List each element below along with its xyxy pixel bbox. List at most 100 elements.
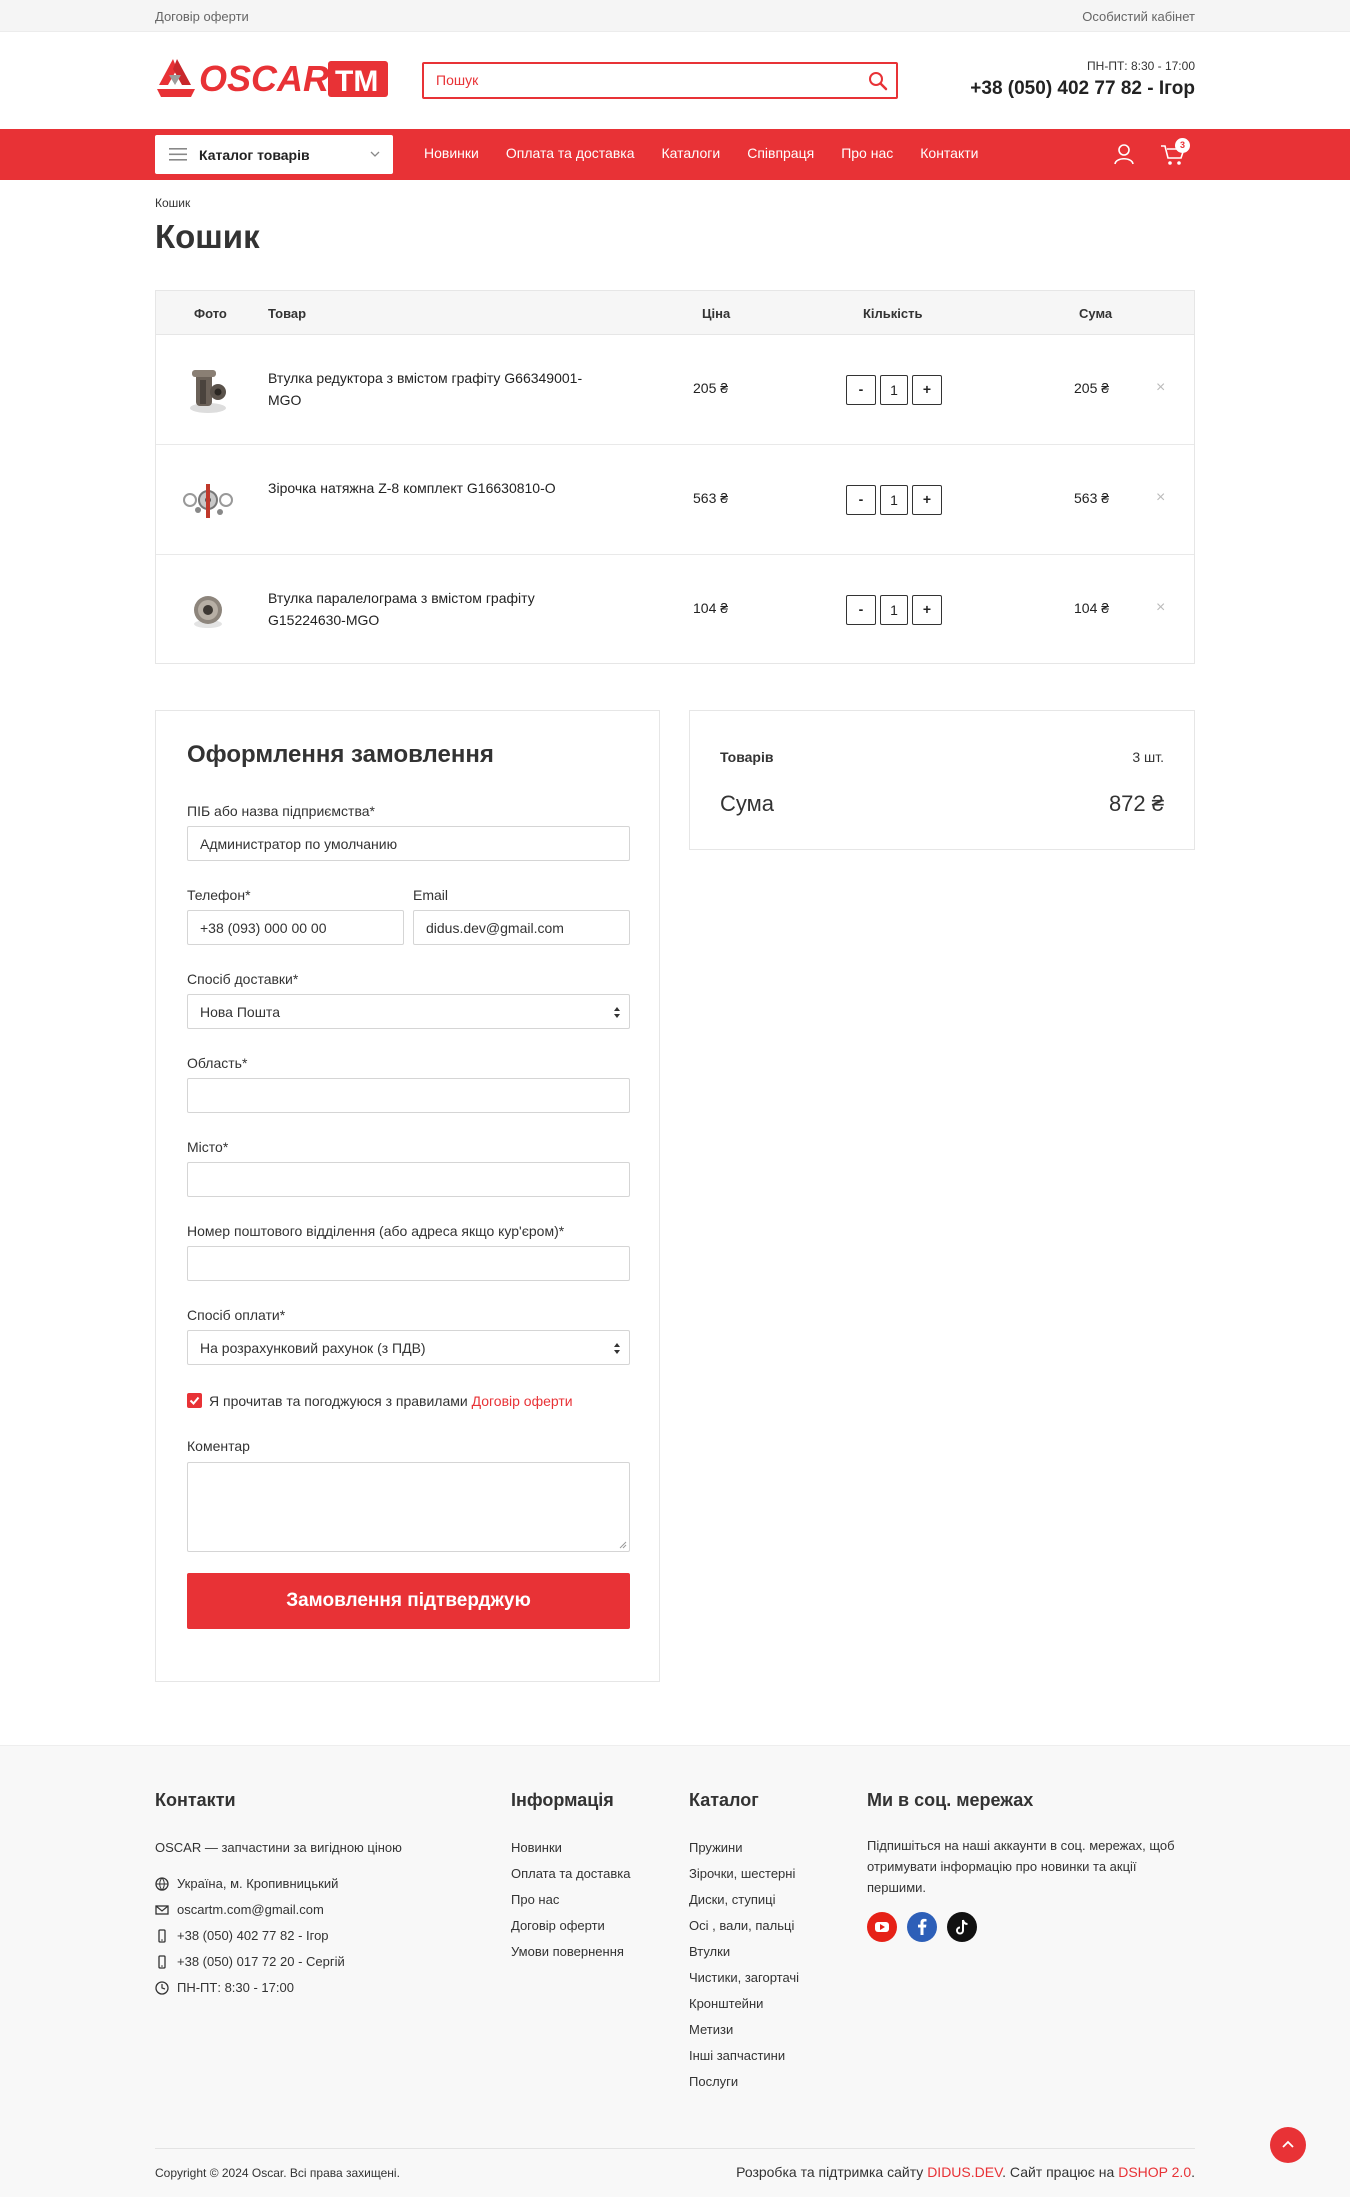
footer-catalog-link[interactable]: Осі , вали, пальці: [689, 1913, 849, 1939]
footer-link-about[interactable]: Про нас: [511, 1887, 671, 1913]
phone-item[interactable]: +38 (050) 402 77 82 - Ігор: [155, 1923, 495, 1949]
catalog-menu-button[interactable]: Каталог товарів: [155, 135, 393, 174]
remove-item-icon[interactable]: ×: [1156, 489, 1165, 507]
product-image[interactable]: [178, 470, 238, 530]
header-phone[interactable]: +38 (050) 402 77 82 - Ігор: [970, 78, 1195, 100]
cart-table-header: Фото Товар Ціна Кількість Сума: [156, 291, 1194, 335]
phone-item[interactable]: +38 (050) 017 72 20 - Сергій: [155, 1949, 495, 1975]
quantity-input[interactable]: 1: [880, 375, 908, 405]
quantity-decrease-button[interactable]: -: [846, 595, 876, 625]
footer-catalog-link[interactable]: Зірочки, шестерні: [689, 1861, 849, 1887]
footer-social-title: Ми в соц. мережах: [867, 1790, 1034, 1810]
payment-selected-value: На розрахунковий рахунок (з ПДВ): [200, 1340, 426, 1356]
menu-icon: [169, 148, 187, 161]
page-title: Кошик: [155, 218, 260, 255]
user-icon[interactable]: [1113, 143, 1135, 165]
product-image[interactable]: [178, 580, 238, 640]
product-name[interactable]: Втулка редуктора з вмістом графіту G6634…: [268, 367, 588, 411]
company-field[interactable]: Администратор по умолчанию: [187, 826, 630, 861]
work-hours: ПН-ПТ: 8:30 - 17:00: [1087, 59, 1195, 73]
footer-catalog-link[interactable]: Пружини: [689, 1835, 849, 1861]
youtube-icon[interactable]: [867, 1912, 897, 1942]
product-price: 104 ₴: [693, 600, 729, 616]
quantity-increase-button[interactable]: +: [912, 485, 942, 515]
footer-info: Інформація Новинки Оплата та доставка Пр…: [511, 1790, 671, 1965]
dev-suffix: .: [1191, 2164, 1195, 2180]
footer-catalog-link[interactable]: Інші запчастини: [689, 2043, 849, 2069]
quantity-decrease-button[interactable]: -: [846, 375, 876, 405]
quantity-increase-button[interactable]: +: [912, 595, 942, 625]
footer-divider: [155, 2148, 1195, 2149]
tiktok-icon[interactable]: [947, 1912, 977, 1942]
footer-link-returns[interactable]: Умови повернення: [511, 1939, 671, 1965]
nav-link-contacts[interactable]: Контакти: [920, 145, 978, 161]
quantity-input[interactable]: 1: [880, 485, 908, 515]
footer-catalog-link[interactable]: Диски, ступиці: [689, 1887, 849, 1913]
chevron-up-icon: [1282, 2140, 1294, 2148]
phone1-text: +38 (050) 402 77 82 - Ігор: [177, 1928, 329, 1943]
footer-link-new[interactable]: Новинки: [511, 1835, 671, 1861]
payment-label: Спосіб оплати*: [187, 1307, 286, 1323]
product-name[interactable]: Зірочка натяжна Z-8 комплект G16630810-O: [268, 477, 588, 499]
platform-link[interactable]: DSHOP 2.0: [1118, 2164, 1191, 2180]
search-input[interactable]: [436, 72, 856, 88]
facebook-icon[interactable]: [907, 1912, 937, 1942]
nav-link-payment-delivery[interactable]: Оплата та доставка: [506, 145, 635, 161]
quantity-input[interactable]: 1: [880, 595, 908, 625]
email-field[interactable]: didus.dev@gmail.com: [413, 910, 630, 945]
nav-link-cooperation[interactable]: Співпраця: [747, 145, 814, 161]
delivery-label: Спосіб доставки*: [187, 971, 299, 987]
main-nav: Каталог товарів Новинки Оплата та достав…: [0, 129, 1350, 180]
offer-link[interactable]: Договір оферти: [155, 9, 249, 24]
offer-agreement-link[interactable]: Договір оферти: [472, 1393, 573, 1409]
city-field[interactable]: [187, 1162, 630, 1197]
email-item[interactable]: oscartm.com@gmail.com: [155, 1897, 495, 1923]
comment-label: Коментар: [187, 1438, 250, 1454]
resize-handle-icon[interactable]: [619, 1541, 627, 1549]
region-label: Область*: [187, 1055, 248, 1071]
nav-link-new[interactable]: Новинки: [424, 145, 479, 161]
header-sum: Сума: [1079, 306, 1113, 321]
nav-link-catalogs[interactable]: Каталоги: [661, 145, 720, 161]
mobile-phone-icon: [158, 1929, 166, 1943]
footer-catalog-link[interactable]: Кронштейни: [689, 1991, 849, 2017]
quantity-decrease-button[interactable]: -: [846, 485, 876, 515]
remove-item-icon[interactable]: ×: [1156, 599, 1165, 617]
footer-link-payment-delivery[interactable]: Оплата та доставка: [511, 1861, 671, 1887]
remove-item-icon[interactable]: ×: [1156, 379, 1165, 397]
items-count-label: Товарів: [720, 749, 774, 765]
phone-field[interactable]: +38 (093) 000 00 00: [187, 910, 404, 945]
total-label: Сума: [720, 791, 775, 816]
nav-link-about[interactable]: Про нас: [841, 145, 893, 161]
payment-select[interactable]: На розрахунковий рахунок (з ПДВ): [187, 1330, 630, 1365]
agree-checkbox[interactable]: [187, 1393, 202, 1408]
search-icon[interactable]: [868, 71, 888, 91]
checkmark-icon: [189, 1396, 200, 1405]
product-image[interactable]: [178, 360, 238, 420]
branch-field[interactable]: [187, 1246, 630, 1281]
product-name[interactable]: Втулка паралелограма з вмістом графіту G…: [268, 587, 588, 631]
confirm-order-button[interactable]: Замовлення підтверджую: [187, 1573, 630, 1629]
site-logo[interactable]: OSCAR TM: [155, 55, 390, 105]
social-text: Підпишіться на наші аккаунти в соц. мере…: [867, 1838, 1175, 1895]
phone2-text: +38 (050) 017 72 20 - Сергій: [177, 1954, 345, 1969]
footer-link-offer[interactable]: Договір оферти: [511, 1913, 671, 1939]
breadcrumb[interactable]: Кошик: [155, 196, 190, 210]
agree-label: Я прочитав та погоджуюся з правилами: [209, 1393, 468, 1409]
region-field[interactable]: [187, 1078, 630, 1113]
footer-catalog-link[interactable]: Послуги: [689, 2069, 849, 2095]
scroll-to-top-button[interactable]: [1270, 2127, 1306, 2163]
footer-catalog-link[interactable]: Метизи: [689, 2017, 849, 2043]
delivery-select[interactable]: Нова Пошта: [187, 994, 630, 1029]
quantity-increase-button[interactable]: +: [912, 375, 942, 405]
comment-textarea[interactable]: [187, 1462, 630, 1552]
hours-item: ПН-ПТ: 8:30 - 17:00: [155, 1975, 495, 2001]
footer-catalog-link[interactable]: Чистики, загортачі: [689, 1965, 849, 1991]
account-link[interactable]: Особистий кабінет: [1082, 9, 1195, 24]
header-quantity: Кількість: [863, 306, 923, 321]
select-arrows-icon: [614, 1007, 620, 1018]
developer-link[interactable]: DIDUS.DEV: [927, 2164, 1002, 2180]
search-box[interactable]: [422, 62, 898, 99]
header-price: Ціна: [702, 306, 731, 321]
footer-catalog-link[interactable]: Втулки: [689, 1939, 849, 1965]
